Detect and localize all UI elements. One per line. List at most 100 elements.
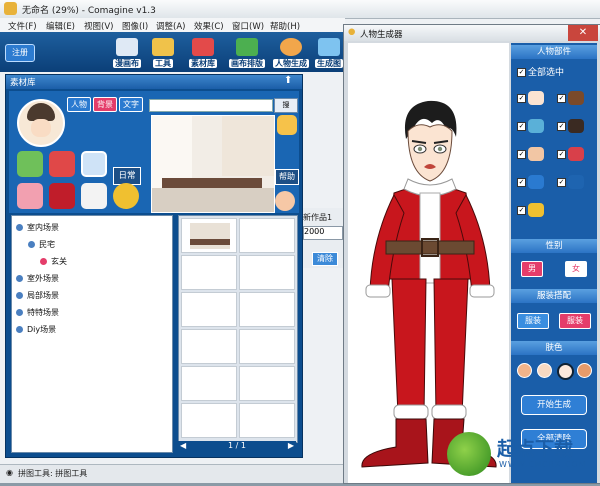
help-button[interactable]: 帮助 [275, 169, 299, 185]
bag-icon[interactable] [49, 151, 75, 177]
quick-gen-button[interactable]: 生成图 [314, 38, 344, 70]
male-button[interactable]: 男 [521, 261, 543, 277]
outfit-b-button[interactable]: 服装 [559, 313, 591, 329]
menu-window[interactable]: 窗口(W) [232, 20, 264, 32]
select-all-checkbox[interactable]: ✓ 全部选中 [517, 65, 564, 78]
thumbnail-cell[interactable] [239, 329, 295, 364]
skin-swatch[interactable] [577, 363, 592, 378]
part-brows[interactable]: ✓ [557, 119, 587, 135]
menu-image[interactable]: 图像(I) [122, 20, 148, 32]
tab-text[interactable]: 文字 [119, 97, 143, 112]
menu-file[interactable]: 文件(F) [8, 20, 37, 32]
right-boot-trim [431, 404, 467, 420]
thumbnail-cell[interactable] [181, 366, 237, 401]
next-page-icon[interactable]: ▶ [288, 441, 294, 450]
thumbnail-cell[interactable] [239, 366, 295, 401]
character-canvas[interactable] [348, 43, 509, 483]
skin-header: 肤色 [511, 341, 597, 355]
char-gen-button[interactable]: 人物生成 [272, 38, 310, 70]
search-input[interactable] [149, 99, 273, 112]
skin-swatch-selected[interactable] [557, 363, 574, 380]
tree-item[interactable]: 民宅 [28, 239, 55, 250]
part-eyes[interactable]: ✓ [517, 119, 547, 135]
tree-item[interactable]: 玄关 [40, 256, 67, 267]
tab-background[interactable]: 背景 [93, 97, 117, 112]
tab-people[interactable]: 人物 [67, 97, 91, 112]
part-hair[interactable]: ✓ [557, 91, 587, 107]
tree-item[interactable]: Diy场景 [16, 324, 56, 335]
menu-edit[interactable]: 编辑(E) [46, 20, 75, 32]
clear-button[interactable]: 清除 [312, 252, 338, 266]
tree-item[interactable]: 特特场景 [16, 307, 59, 318]
female-button[interactable]: 女 [565, 261, 587, 277]
parts-header: 人物部件 [511, 45, 597, 59]
face [407, 124, 453, 182]
start-generate-button[interactable]: 开始生成 [521, 395, 587, 415]
skin-swatch[interactable] [517, 363, 532, 378]
title-bar: 无命名 (29%) - Comagine v1.3 [0, 0, 600, 19]
part-mouth[interactable]: ✓ [557, 147, 587, 163]
register-button[interactable]: 注册 [5, 44, 35, 62]
outfit-a-button[interactable]: 服装 [517, 313, 549, 329]
preview-image [151, 115, 275, 213]
smiley-icon[interactable] [275, 191, 295, 211]
scene-tree: 室内场景 民宅 玄关 室外场景 局部场景 特特场景 Diy场景 [11, 215, 173, 453]
part-shoes[interactable]: ✓ [517, 203, 547, 219]
thumbnail-grid [178, 215, 298, 443]
menu-adjust[interactable]: 调整(A) [156, 20, 185, 32]
canvas-button[interactable]: 漫画布 [112, 38, 142, 70]
tree-item[interactable]: 室内场景 [16, 222, 59, 233]
canvas-icon [116, 38, 138, 56]
star-icon[interactable] [113, 183, 139, 209]
library-button[interactable]: 素材库 [186, 38, 220, 70]
dialog-title: 人物生成器 [360, 30, 403, 40]
thumbnail-cell[interactable] [181, 329, 237, 364]
close-icon[interactable]: ✕ [568, 25, 598, 41]
toolbar: 漫画布 工具 素材库 画布排版 人物生成 生成图 [0, 32, 345, 72]
nose-icon [528, 147, 544, 161]
outfit-header: 服装搭配 [511, 289, 597, 303]
tools-button[interactable]: 工具 [148, 38, 178, 70]
ghost-icon[interactable] [81, 183, 107, 209]
mystery-icon[interactable] [49, 183, 75, 209]
part-pants[interactable]: ✓ [557, 175, 587, 191]
size-input[interactable]: 2000 [303, 226, 343, 240]
thumbnail-cell[interactable] [239, 292, 295, 327]
part-nose[interactable]: ✓ [517, 147, 547, 163]
calendar-icon[interactable] [277, 115, 297, 135]
menu-effect[interactable]: 效果(C) [194, 20, 224, 32]
face-icon [528, 91, 544, 105]
picture-icon [318, 38, 340, 56]
library-panel: 素材库 ⬆ 人物 背景 文字 搜 日常 帮助 室内场景 民宅 玄关 室外场景 局… [5, 74, 303, 458]
thumbnail-cell[interactable] [181, 403, 237, 438]
status-text: 拼图工具: 拼图工具 [18, 469, 88, 478]
cake-icon[interactable] [17, 183, 43, 209]
thumbnail-cell[interactable] [239, 255, 295, 290]
thumbnail-cell[interactable] [181, 218, 237, 253]
character-figure [361, 100, 497, 468]
avatar [17, 99, 65, 147]
skin-swatch[interactable] [537, 363, 552, 378]
app-icon: ● [348, 27, 356, 37]
thumbnail-cell[interactable] [181, 255, 237, 290]
prev-page-icon[interactable]: ◀ [180, 441, 186, 450]
menu-help[interactable]: 帮助(H) [270, 20, 300, 32]
search-button[interactable]: 搜 [274, 98, 298, 113]
house-icon[interactable] [81, 151, 107, 177]
thumbnail-cell[interactable] [181, 292, 237, 327]
part-top[interactable]: ✓ [517, 175, 547, 191]
tree-item[interactable]: 局部场景 [16, 290, 59, 301]
face-icon [280, 38, 302, 56]
layout-button[interactable]: 画布排版 [226, 38, 268, 70]
part-face[interactable]: ✓ [517, 91, 547, 107]
elf-icon[interactable] [17, 151, 43, 177]
status-bar: ◉ 拼图工具: 拼图工具 [0, 464, 345, 483]
arrow-up-icon[interactable]: ⬆ [284, 75, 292, 86]
work-name: 新作品1 [303, 213, 333, 222]
tree-item[interactable]: 室外场景 [16, 273, 59, 284]
gender-header: 性别 [511, 239, 597, 253]
menu-view[interactable]: 视图(V) [84, 20, 113, 32]
thumbnail-cell[interactable] [239, 218, 295, 253]
thumbnail-cell[interactable] [239, 403, 295, 438]
library-title: 素材库 [10, 78, 36, 88]
